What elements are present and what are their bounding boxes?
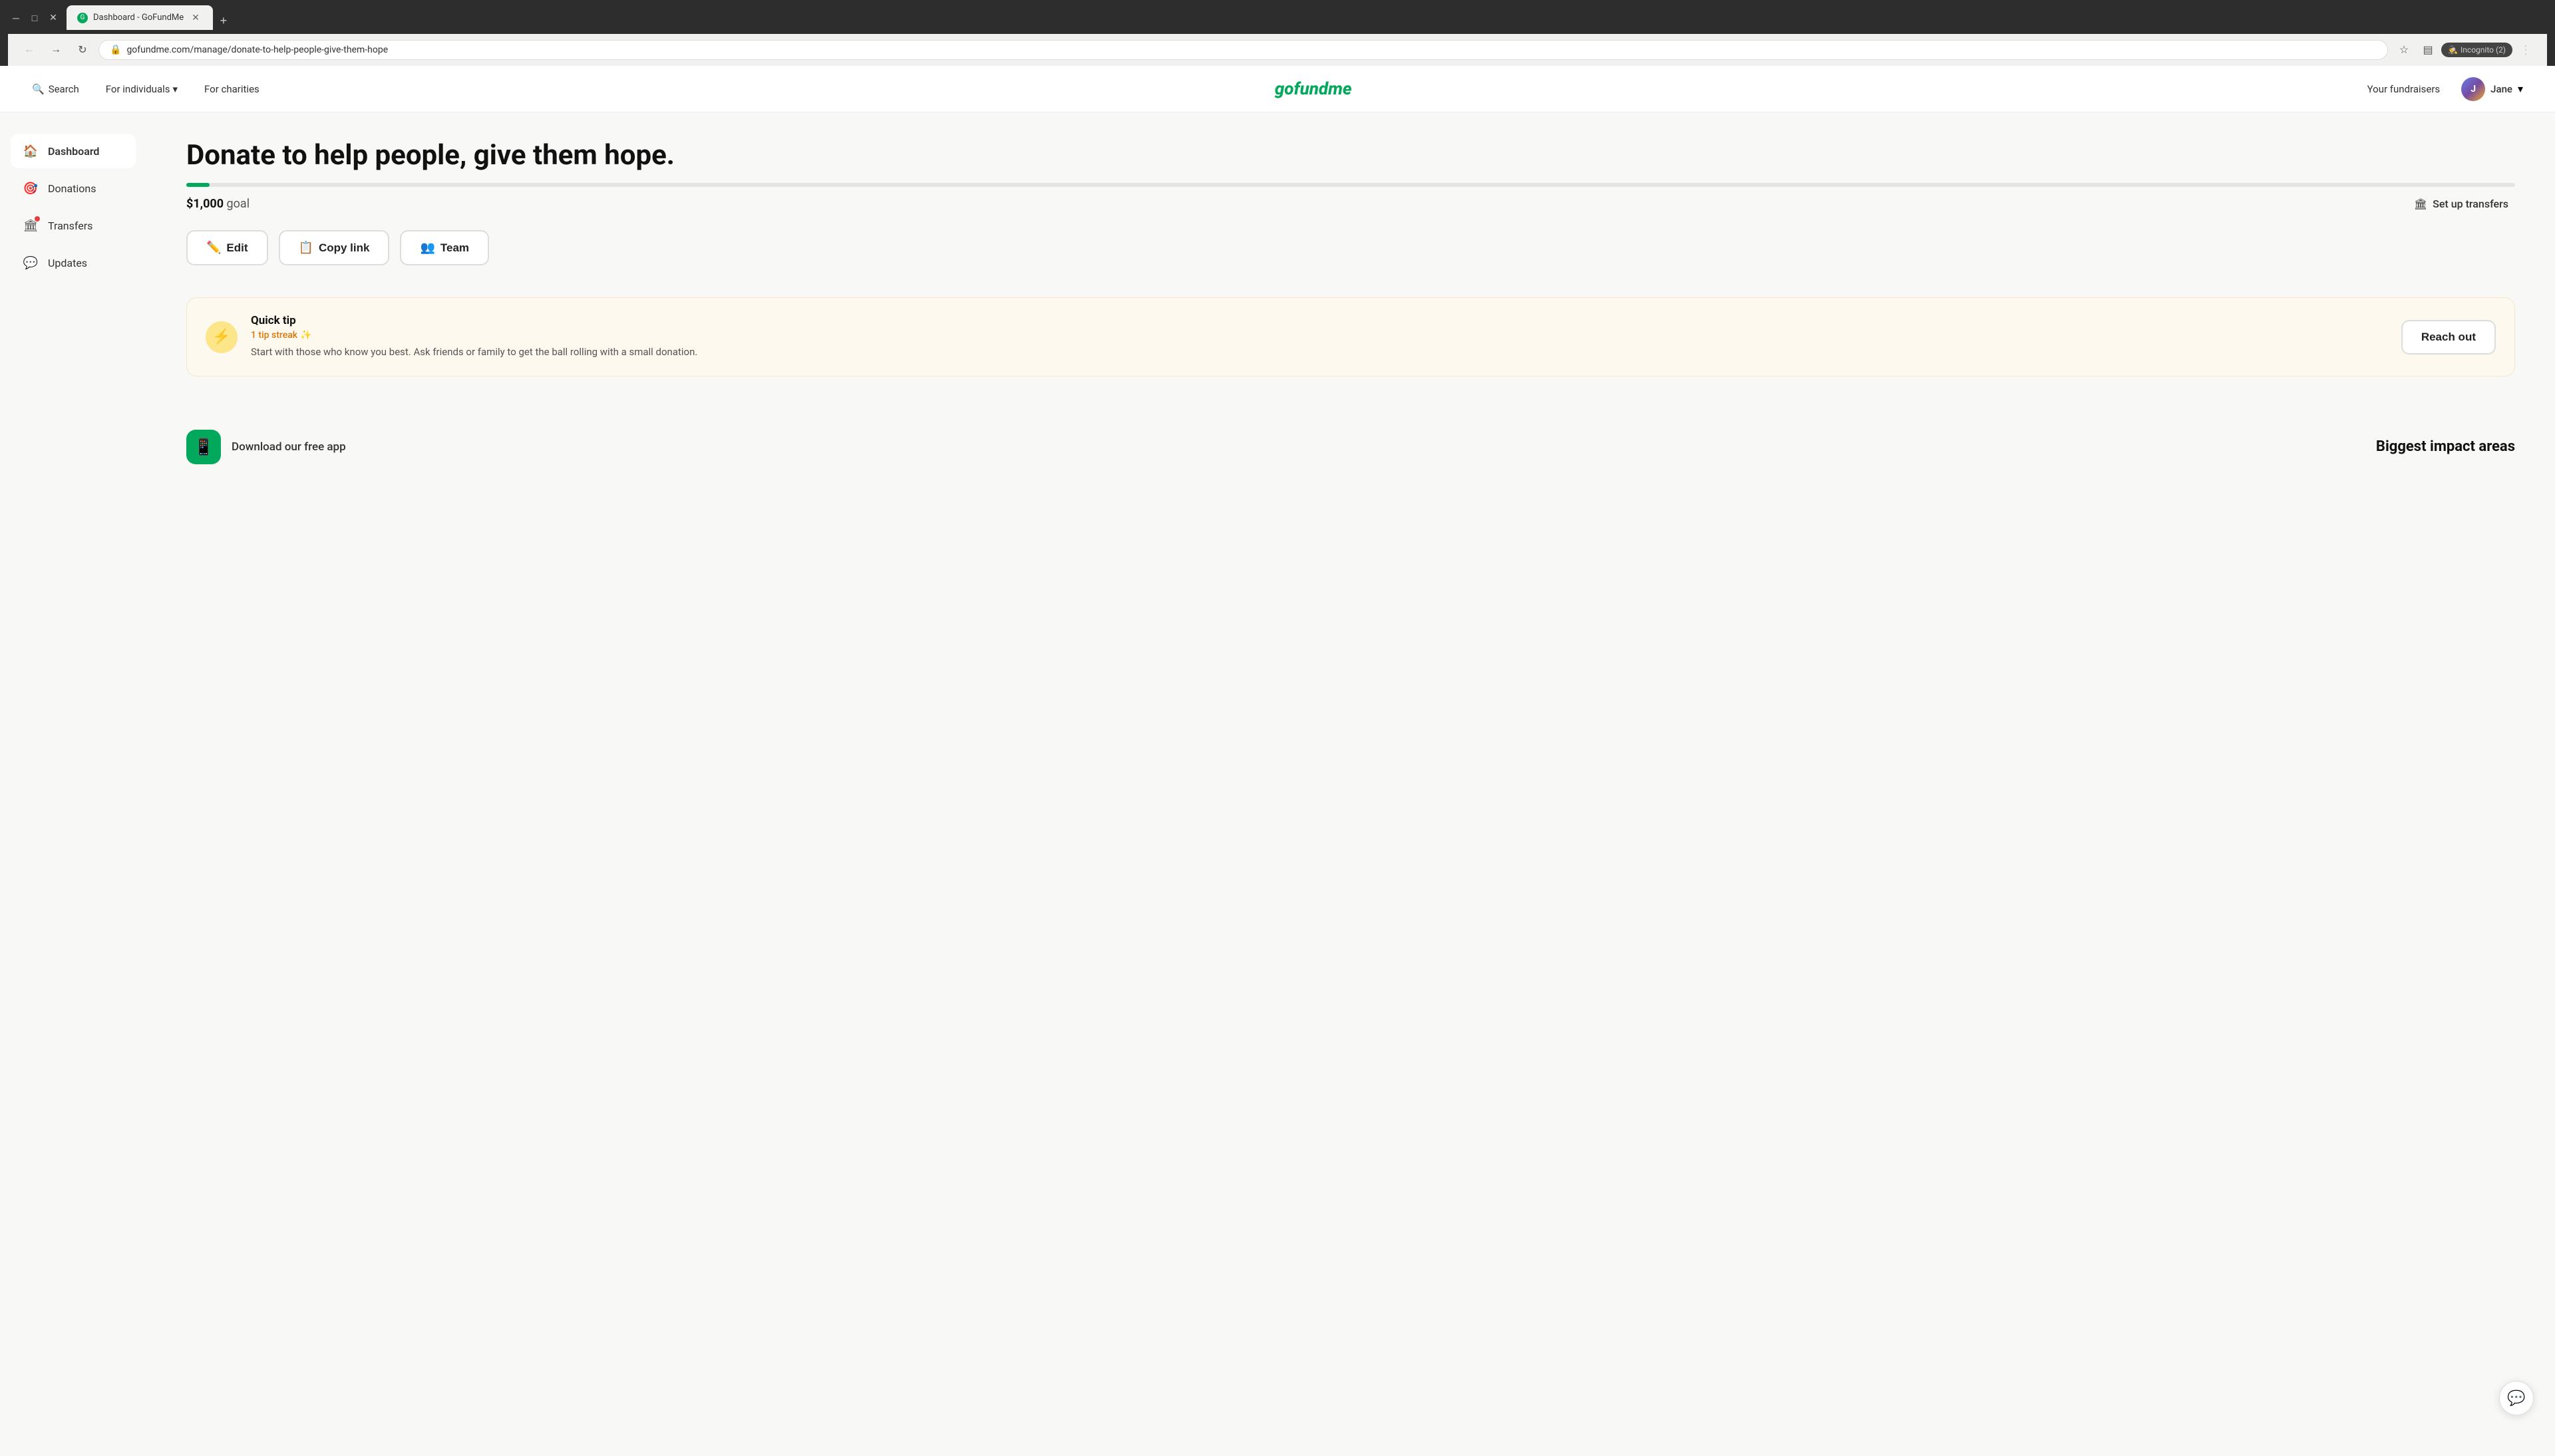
edit-button[interactable]: ✏️ Edit: [186, 230, 268, 265]
browser-controls: ─ □ ✕: [8, 10, 61, 26]
sparkles-icon: ✨: [300, 330, 311, 341]
search-nav-item[interactable]: 🔍 Search: [27, 79, 85, 99]
quick-tip-section: ⚡ Quick tip 1 tip streak ✨ Start with th…: [186, 297, 2515, 376]
minimize-button[interactable]: ─: [8, 10, 24, 26]
address-bar: ← → ↻ 🔒 gofundme.com/manage/donate-to-he…: [8, 34, 2547, 66]
main-layout: 🏠 Dashboard 🎯 Donations 🏛 Transfers 💬 Up…: [0, 112, 2555, 1456]
transfers-icon: 🏛: [21, 216, 40, 235]
copy-link-label: Copy link: [319, 241, 370, 255]
tip-streak-label: 1 tip streak: [251, 330, 297, 341]
incognito-label: Incognito (2): [2461, 45, 2506, 55]
for-individuals-label: For individuals: [106, 83, 170, 95]
tab-title: Dashboard - GoFundMe: [93, 13, 184, 23]
sidebar: 🏠 Dashboard 🎯 Donations 🏛 Transfers 💬 Up…: [0, 112, 146, 1456]
sidebar-item-updates[interactable]: 💬 Updates: [11, 245, 136, 280]
nav-right: Your fundraisers J Jane ▾: [2362, 74, 2528, 104]
sidebar-item-dashboard[interactable]: 🏠 Dashboard: [11, 134, 136, 168]
sidebar-label-updates: Updates: [48, 257, 87, 269]
user-name: Jane: [2490, 83, 2512, 95]
goal-label: goal: [227, 197, 250, 211]
progress-bar-fill: [186, 183, 210, 187]
sidebar-item-transfers[interactable]: 🏛 Transfers: [11, 208, 136, 243]
setup-transfers-label: Set up transfers: [2433, 198, 2508, 210]
lightning-icon: ⚡: [206, 321, 238, 353]
fundraiser-title: Donate to help people, give them hope.: [186, 139, 2515, 172]
for-charities-nav-item[interactable]: For charities: [199, 79, 265, 99]
team-button[interactable]: 👥 Team: [400, 230, 489, 265]
goal-amount: $1,000: [186, 197, 224, 211]
copy-link-button[interactable]: 📋 Copy link: [279, 230, 390, 265]
back-button[interactable]: ←: [19, 39, 40, 61]
browser-titlebar: ─ □ ✕ G Dashboard - GoFundMe ✕ +: [8, 5, 2547, 34]
bottom-section: 📱 Download our free app Biggest impact a…: [186, 408, 2515, 464]
sidebar-item-donations[interactable]: 🎯 Donations: [11, 171, 136, 206]
transfers-badge: [35, 216, 40, 221]
user-menu-chevron-icon: ▾: [2518, 82, 2523, 95]
biggest-impact-heading: Biggest impact areas: [2376, 438, 2515, 455]
url-bar[interactable]: 🔒 gofundme.com/manage/donate-to-help-peo…: [98, 40, 2388, 60]
site-nav: 🔍 Search For individuals ▾ For charities…: [0, 66, 2555, 112]
tip-title: Quick tip: [251, 314, 2388, 327]
tip-streak: 1 tip streak ✨: [251, 330, 2388, 341]
setup-transfers-link[interactable]: 🏛 Set up transfers: [2407, 194, 2515, 214]
browser-chrome: ─ □ ✕ G Dashboard - GoFundMe ✕ + ← → ↻ 🔒…: [0, 0, 2555, 66]
active-tab[interactable]: G Dashboard - GoFundMe ✕: [67, 5, 213, 30]
your-fundraisers-link[interactable]: Your fundraisers: [2362, 79, 2446, 99]
page-content: 🔍 Search For individuals ▾ For charities…: [0, 66, 2555, 1456]
for-charities-label: For charities: [204, 83, 259, 95]
transfers-bank-icon: 🏛: [2414, 198, 2427, 210]
edit-label: Edit: [226, 241, 248, 255]
sidebar-label-transfers: Transfers: [48, 219, 92, 232]
browser-menu-button[interactable]: ⋮: [2515, 39, 2536, 61]
progress-info: $1,000 goal 🏛 Set up transfers: [186, 194, 2515, 214]
sidebar-label-donations: Donations: [48, 182, 96, 195]
copy-icon: 📋: [299, 241, 313, 255]
team-label: Team: [440, 241, 469, 255]
close-browser-button[interactable]: ✕: [45, 10, 61, 26]
sidebar-label-dashboard: Dashboard: [48, 145, 99, 158]
refresh-button[interactable]: ↻: [72, 39, 93, 61]
user-menu[interactable]: J Jane ▾: [2456, 74, 2528, 104]
nav-logo[interactable]: gofundme: [265, 79, 2362, 99]
progress-bar-container: [186, 183, 2515, 187]
search-icon: 🔍: [32, 83, 45, 95]
progress-section: $1,000 goal 🏛 Set up transfers: [186, 183, 2515, 214]
tip-text: Start with those who know you best. Ask …: [251, 345, 2388, 360]
updates-icon: 💬: [21, 253, 40, 272]
new-tab-button[interactable]: +: [214, 11, 233, 30]
maximize-button[interactable]: □: [27, 10, 43, 26]
tip-content: Quick tip 1 tip streak ✨ Start with thos…: [251, 314, 2388, 360]
action-buttons: ✏️ Edit 📋 Copy link 👥 Team: [186, 230, 2515, 265]
chevron-down-icon: ▾: [173, 83, 178, 95]
goal-text: $1,000 goal: [186, 197, 250, 211]
main-content: Donate to help people, give them hope. $…: [146, 112, 2555, 1456]
tab-bar: G Dashboard - GoFundMe ✕ +: [67, 5, 233, 30]
lock-icon: 🔒: [110, 45, 121, 55]
team-icon: 👥: [420, 241, 434, 255]
sidebar-toggle-button[interactable]: ▤: [2417, 39, 2439, 61]
download-app-label: Download our free app: [232, 440, 346, 454]
tab-close-button[interactable]: ✕: [189, 11, 202, 25]
donations-icon: 🎯: [21, 179, 40, 198]
avatar: J: [2461, 77, 2485, 101]
tab-favicon: G: [77, 13, 88, 23]
forward-button[interactable]: →: [45, 39, 67, 61]
for-individuals-nav-item[interactable]: For individuals ▾: [100, 79, 183, 99]
address-bar-icons: ☆ ▤ 🕵 Incognito (2) ⋮: [2393, 39, 2536, 61]
search-label: Search: [49, 83, 79, 95]
download-app-section[interactable]: 📱 Download our free app: [186, 430, 346, 464]
nav-left: 🔍 Search For individuals ▾ For charities: [27, 79, 265, 99]
edit-icon: ✏️: [206, 241, 221, 255]
incognito-badge[interactable]: 🕵 Incognito (2): [2441, 43, 2512, 57]
url-text: gofundme.com/manage/donate-to-help-peopl…: [126, 45, 2377, 55]
chat-icon: 💬: [2507, 1389, 2525, 1407]
chat-button[interactable]: 💬: [2499, 1381, 2534, 1415]
bookmark-button[interactable]: ☆: [2393, 39, 2415, 61]
reach-out-button[interactable]: Reach out: [2401, 320, 2496, 355]
app-store-icon: 📱: [186, 430, 221, 464]
gofundme-logo: gofundme: [1275, 79, 1352, 99]
incognito-icon: 🕵: [2448, 45, 2458, 55]
home-icon: 🏠: [21, 142, 40, 160]
